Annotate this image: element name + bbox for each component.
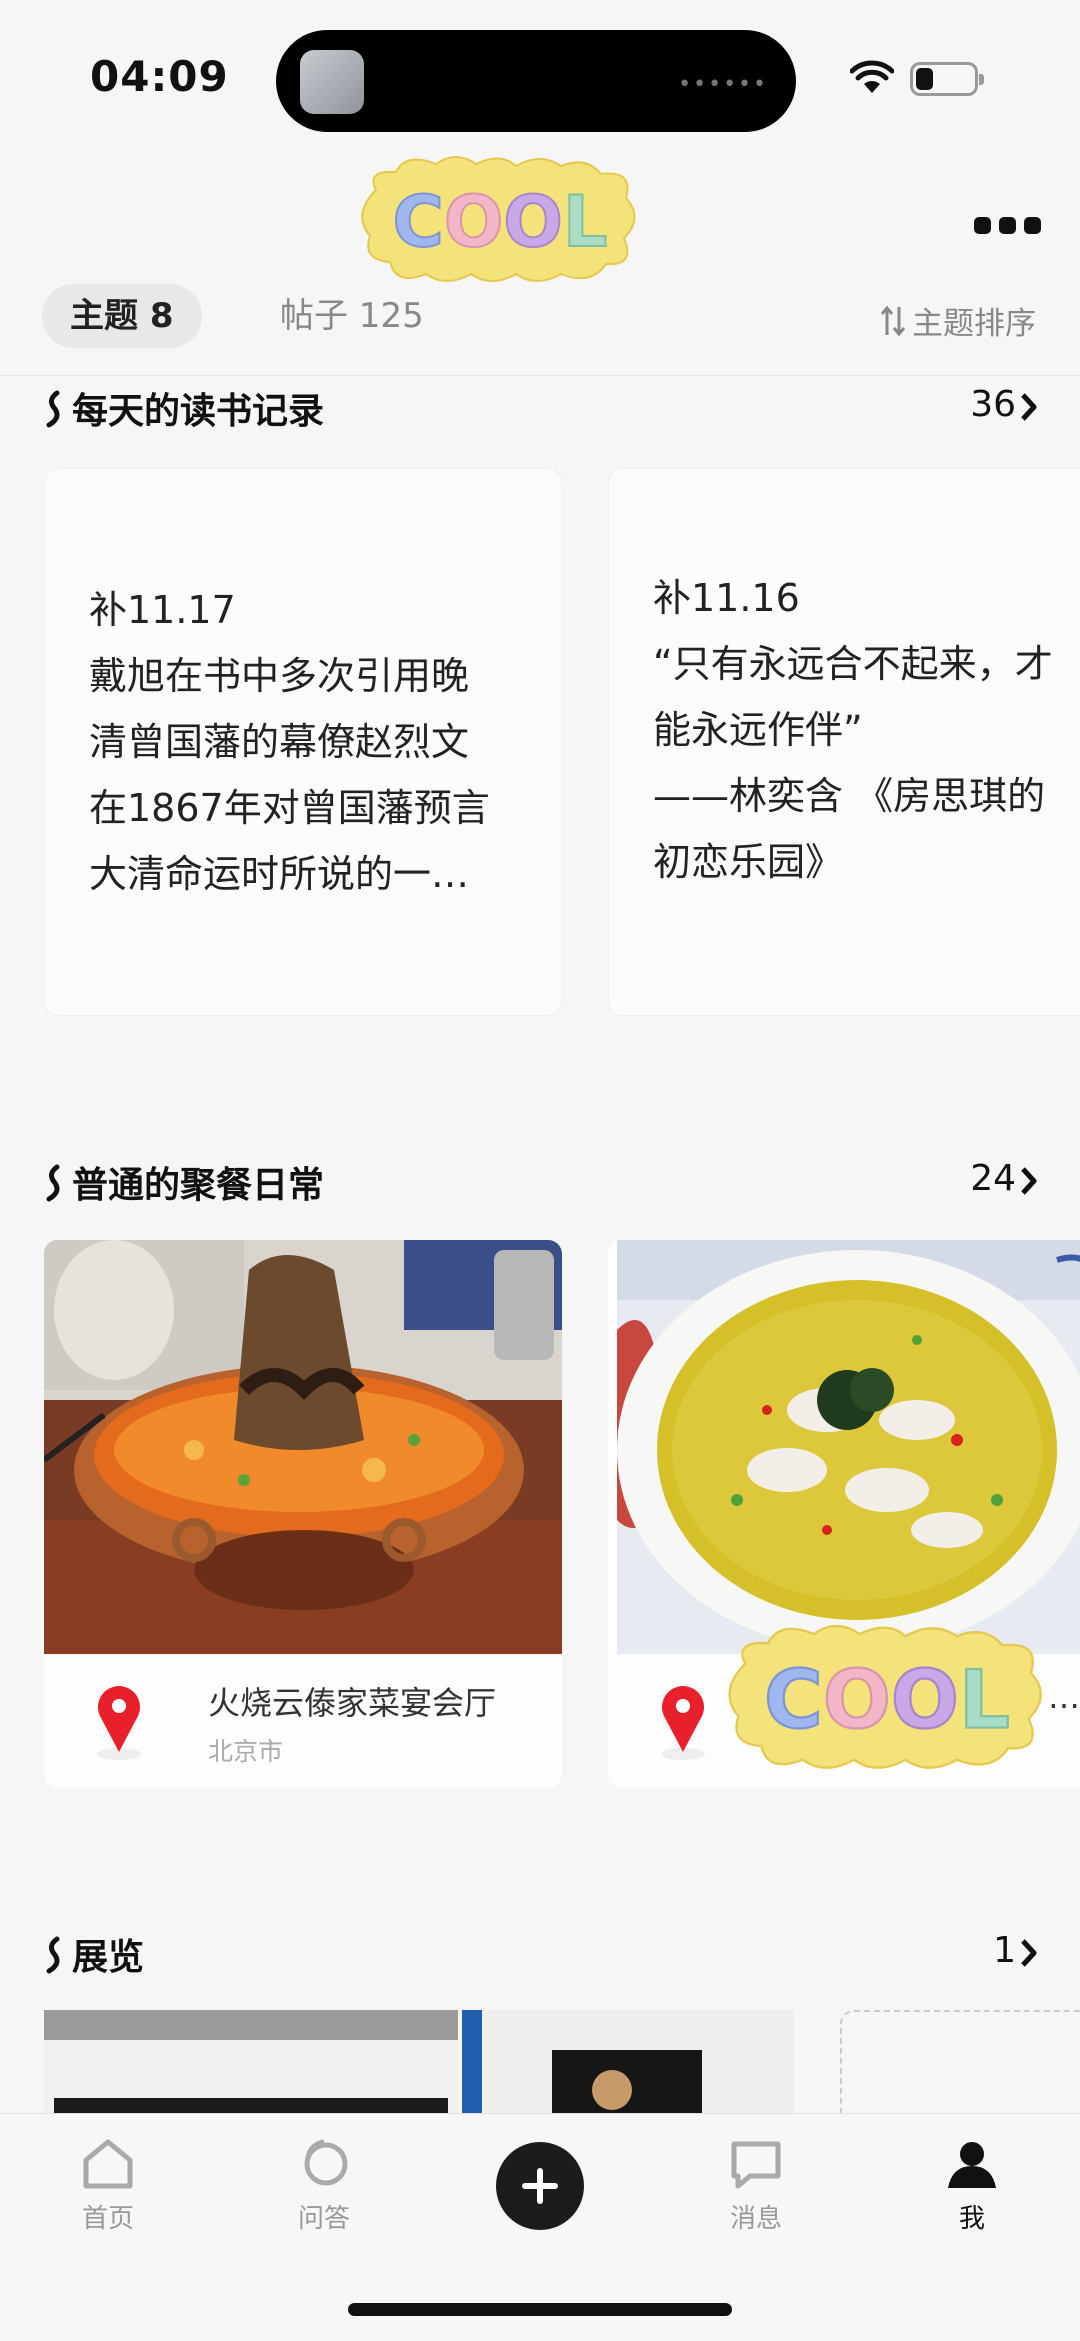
dynamic-island[interactable]: •••••• [276, 30, 796, 132]
hotpot-photo [44, 1240, 562, 1654]
nav-home[interactable]: 首页 [38, 2138, 178, 2235]
status-bar: 04:09 •••••• [0, 0, 1080, 150]
nav-me[interactable]: 我 [902, 2138, 1042, 2235]
now-playing-thumbnail [300, 50, 364, 114]
topic-hook-icon [46, 1164, 60, 1202]
section-title: 展览 [72, 1937, 145, 1978]
topic-hook-icon [46, 1936, 60, 1974]
topic-sort-button[interactable]: 主题排序 [880, 298, 1036, 343]
nav-label: 问答 [297, 2204, 350, 2234]
battery-level [916, 68, 933, 90]
add-exhibition-placeholder[interactable] [840, 2010, 1080, 2130]
section-title: 每天的读书记录 [72, 391, 325, 432]
island-activity-indicator: •••••• [678, 72, 768, 97]
section-header-reading[interactable]: 每天的读书记录 36 [0, 378, 1080, 438]
cool-sticker-logo: COOL [361, 156, 636, 282]
tab-posts[interactable]: 帖子 125 [280, 284, 424, 348]
note-card-text: 补11.17 戴旭在书中多次引用晚 清曾国藩的幕僚赵烈文 在1867年对曾国藩预… [89, 588, 490, 896]
cool-sticker-decoration: COOL [728, 1624, 1042, 1769]
home-indicator[interactable] [348, 2303, 732, 2316]
qa-icon [304, 2139, 348, 2186]
svg-text:COOL: COOL [392, 181, 607, 263]
exhibition-cards-row[interactable] [0, 2010, 1080, 2130]
section-count: 24 [970, 1158, 1016, 1199]
create-post-button[interactable] [496, 2142, 584, 2230]
exhibition-photo[interactable] [44, 2010, 458, 2130]
nav-label: 我 [958, 2204, 985, 2234]
location-pin-icon [661, 1686, 705, 1760]
home-icon [83, 2139, 133, 2189]
status-time: 04:09 [90, 52, 229, 101]
tab-topics[interactable]: 主题 8 [42, 284, 202, 348]
more-dots-icon [974, 216, 991, 234]
nav-label: 消息 [729, 2204, 782, 2234]
sort-icon [880, 305, 906, 336]
location-pin-icon [97, 1686, 141, 1760]
wifi-icon [850, 60, 894, 93]
place-name: … [1048, 1678, 1080, 1716]
place-city: 北京市 [208, 1737, 284, 1766]
place-info: 火烧云傣家菜宴会厅 北京市 [44, 1654, 562, 1788]
tabs-row: 主题 8 帖子 125 主题排序 [0, 280, 1080, 376]
chevron-right-icon [1021, 1939, 1037, 1967]
note-card-text: 补11.16 “只有永远合不起来，才 能永远作伴” ——林奕含 《房思琪的 初恋… [653, 576, 1053, 884]
message-icon [731, 2141, 781, 2189]
note-card[interactable]: 补11.17 戴旭在书中多次引用晚 清曾国藩的幕僚赵烈文 在1867年对曾国藩预… [44, 468, 562, 1016]
reading-cards-row[interactable]: 补11.17 戴旭在书中多次引用晚 清曾国藩的幕僚赵烈文 在1867年对曾国藩预… [0, 468, 1080, 1018]
more-options-button[interactable] [974, 210, 1044, 240]
nav-label: 首页 [81, 2204, 134, 2234]
nav-messages[interactable]: 消息 [686, 2138, 826, 2235]
battery-icon [910, 62, 984, 96]
place-name: 火烧云傣家菜宴会厅 [208, 1684, 497, 1722]
section-header-exhibition[interactable]: 展览 1 [0, 1924, 1080, 1984]
nav-qa[interactable]: 问答 [254, 2138, 394, 2235]
svg-text:COOL: COOL [764, 1654, 1010, 1747]
chevron-right-icon [1021, 393, 1037, 421]
section-title: 普通的聚餐日常 [72, 1165, 325, 1206]
profile-icon [948, 2142, 996, 2188]
topic-hook-icon [46, 390, 60, 428]
food-post-card[interactable]: 火烧云傣家菜宴会厅 北京市 [44, 1240, 562, 1788]
section-header-dining[interactable]: 普通的聚餐日常 24 [0, 1152, 1080, 1212]
chevron-right-icon [1021, 1167, 1037, 1195]
section-count: 36 [970, 384, 1016, 425]
section-count: 1 [993, 1930, 1016, 1971]
note-card[interactable]: 补11.16 “只有永远合不起来，才 能永远作伴” ——林奕含 《房思琪的 初恋… [608, 468, 1080, 1016]
fish-dish-photo [617, 1240, 1080, 1654]
sort-label: 主题排序 [912, 306, 1036, 342]
exhibition-photo[interactable] [462, 2010, 794, 2130]
